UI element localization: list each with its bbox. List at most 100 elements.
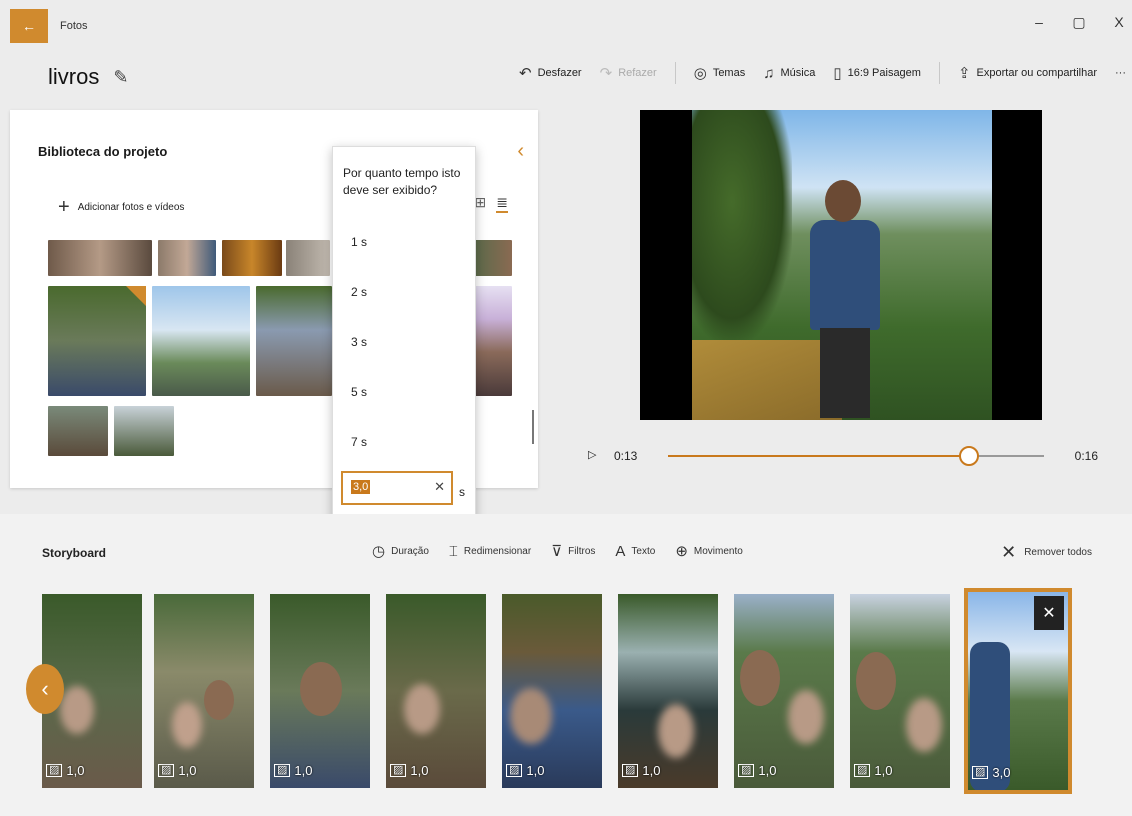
duration-button[interactable]: ◷ Duração [372,542,429,560]
image-icon: ▨ [506,764,523,777]
clip-duration: ▨ 1,0 [390,763,428,778]
storyboard-clip[interactable]: ▨ 1,0 [734,594,834,788]
duration-option[interactable]: 1 s [351,235,367,249]
clip-image [618,594,718,788]
music-button[interactable]: ♫ Música [763,65,815,82]
storyboard-tools: ◷ Duração ⌶ Redimensionar ⊽ Filtros A Texto … [372,542,743,561]
storyboard-clip[interactable]: ▨ 1,0 [502,594,602,788]
preview-person [810,180,880,420]
seek-thumb[interactable] [958,446,979,466]
video-preview[interactable] [640,110,1042,420]
library-scrollbar[interactable] [532,410,534,444]
text-button[interactable]: A Texto [615,542,655,560]
seek-track[interactable] [668,446,1044,466]
delete-clip-button[interactable]: ✕ [1034,596,1064,630]
clip-duration: ▨ 1,0 [854,763,892,778]
library-thumbnail[interactable] [48,240,152,276]
storyboard-title: Storyboard [42,546,107,560]
redo-icon: ↷ [599,65,613,82]
storyboard-clip[interactable]: ▨ 1,0 [850,594,950,788]
storyboard-clip[interactable]: ▨ 1,0 [618,594,718,788]
library-thumbnail[interactable] [114,406,174,456]
image-icon: ▨ [158,764,175,777]
project-name-text[interactable]: livros [48,64,99,90]
image-icon: ▨ [854,764,871,777]
filters-button[interactable]: ⊽ Filtros [551,542,595,560]
back-button[interactable]: ← [10,9,48,43]
library-thumbnail[interactable] [474,240,512,276]
duration-option[interactable]: 3 s [351,335,367,349]
person-head [825,180,861,222]
clip-duration: ▨ 1,0 [46,763,84,778]
duration-option[interactable]: 2 s [351,285,367,299]
text-label: Texto [631,545,656,557]
aspect-ratio-button[interactable]: ▯ 16:9 Paisagem [833,64,921,82]
face [740,650,780,706]
blurred-face [788,690,824,744]
clip-duration-text: 1,0 [758,763,777,778]
person-legs [820,328,870,418]
scroll-left-button[interactable]: ‹ [26,664,64,714]
image-icon: ▨ [622,764,639,777]
toolbar-divider [938,62,940,84]
toolbar-divider [674,62,676,84]
storyboard-clip[interactable]: ▨ 1,0 [386,594,486,788]
custom-duration-value: 3,0 [351,480,371,494]
clip-duration-text: 1,0 [294,763,313,778]
storyboard-clip[interactable]: ▨ 1,0 [154,594,254,788]
minimize-button[interactable]: – [1032,14,1046,31]
library-thumbnail[interactable] [48,406,108,456]
custom-duration-input[interactable]: 3,0 ✕ [341,471,453,505]
motion-button[interactable]: ⊕ Movimento [675,542,742,560]
face [300,662,342,716]
duration-option[interactable]: 7 s [351,435,367,449]
clip-duration: ▨ 1,0 [506,763,544,778]
blurred-face [60,686,94,734]
undo-label: Desfazer [537,67,582,79]
storyboard-clip-selected[interactable]: ✕ ▨ 3,0 [964,588,1072,794]
library-thumbnail[interactable] [158,240,216,276]
music-icon: ♫ [763,64,775,82]
clip-image [386,594,486,788]
duration-option[interactable]: 5 s [351,385,367,399]
list-view-icon[interactable]: ≣ [496,194,508,213]
undo-button[interactable]: ↶ Desfazer [519,64,582,82]
storyboard-panel: Storyboard ◷ Duração ⌶ Redimensionar ⊽ Filt… [0,514,1132,816]
play-icon[interactable]: ▷ [588,448,596,461]
clip-duration: ▨ 1,0 [158,763,196,778]
grid-view-icon[interactable]: ⊞ [475,194,487,213]
more-options-button[interactable]: ··· [1115,67,1126,79]
library-thumbnail[interactable] [222,240,282,276]
maximize-button[interactable]: ▢ [1072,14,1086,31]
edit-pencil-icon[interactable]: ✎ [113,67,128,88]
collapse-chevron-icon[interactable]: ‹ [517,140,524,163]
remove-all-button[interactable]: ✕ Remover todos [1001,542,1092,563]
redo-button[interactable]: ↷ Refazer [600,64,657,82]
more-icon: ··· [1115,67,1126,79]
resize-button[interactable]: ⌶ Redimensionar [449,542,531,560]
storyboard-clip[interactable]: ▨ 1,0 [270,594,370,788]
motion-icon: ⊕ [675,543,688,560]
library-thumbnail[interactable] [256,286,332,396]
library-thumbnail[interactable] [152,286,250,396]
resize-icon: ⌶ [448,542,458,560]
close-window-button[interactable]: X [1112,14,1126,31]
themes-button[interactable]: ◎ Temas [694,64,746,82]
library-thumbnail[interactable] [286,240,330,276]
add-media-button[interactable]: + Adicionar fotos e vídeos [58,196,184,219]
export-button[interactable]: ⇪ Exportar ou compartilhar [958,64,1097,82]
text-icon: A [615,542,626,560]
clock-icon: ◷ [372,543,386,560]
face [204,680,234,720]
command-buttons: ↶ Desfazer ↷ Refazer ◎ Temas ♫ Música ▯ 16:9 … [519,62,1126,84]
playback-bar: ▷ 0:13 0:16 [588,446,1108,466]
share-icon: ⇪ [957,65,971,82]
library-thumbnail[interactable] [474,286,512,396]
library-thumbnail-used[interactable] [48,286,146,396]
music-label: Música [780,67,816,79]
palette-icon: ◎ [693,65,707,82]
resize-label: Redimensionar [463,545,532,557]
window-controls: – ▢ X [1032,14,1126,31]
clear-input-icon[interactable]: ✕ [434,479,445,495]
clip-duration: ▨ 1,0 [274,763,312,778]
